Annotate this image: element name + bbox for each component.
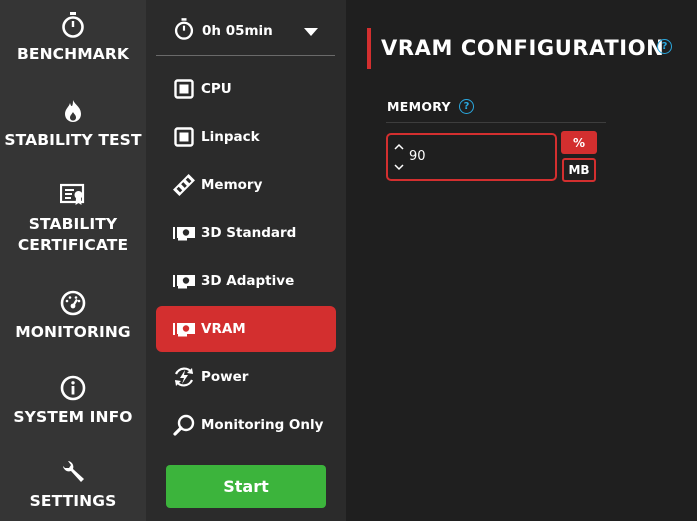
test-item-label: VRAM <box>201 321 246 337</box>
flame-icon <box>60 98 86 124</box>
nav-settings-label: SETTINGS <box>29 492 117 510</box>
nav-stability-certificate[interactable]: STABILITY CERTIFICATE <box>0 182 146 256</box>
gpu-card-icon <box>172 317 196 341</box>
stopwatch-icon <box>174 18 194 44</box>
nav-settings[interactable]: SETTINGS <box>0 459 146 512</box>
test-item-cpu[interactable]: CPU <box>156 66 336 112</box>
gpu-card-icon <box>172 269 196 293</box>
page-title: VRAM CONFIGURATION <box>381 36 665 60</box>
main-navigation: BENCHMARK STABILITY TEST STABILITY CERTI… <box>0 0 146 521</box>
duration-value: 0h 05min <box>202 23 273 39</box>
nav-benchmark-label: BENCHMARK <box>17 45 129 63</box>
nav-system-info-label: SYSTEM INFO <box>13 408 133 426</box>
nav-monitoring-label: MONITORING <box>15 323 131 341</box>
test-item-label: Memory <box>201 177 263 193</box>
memory-value: 90 <box>409 149 426 164</box>
test-item-label: 3D Standard <box>201 225 297 241</box>
test-item-vram[interactable]: VRAM <box>156 306 336 352</box>
memory-amount-input[interactable]: 90 <box>386 133 557 181</box>
speedometer-icon <box>60 290 86 316</box>
test-item-monitoring-only[interactable]: Monitoring Only <box>156 402 336 448</box>
start-button[interactable]: Start <box>166 465 326 508</box>
divider <box>156 55 335 56</box>
stopwatch-icon <box>60 12 86 38</box>
test-item-linpack[interactable]: Linpack <box>156 114 336 160</box>
memory-stepper[interactable] <box>393 139 405 175</box>
magnifier-icon <box>172 413 196 437</box>
chevron-down-icon[interactable] <box>304 28 318 36</box>
divider <box>386 122 606 123</box>
unit-percent-button[interactable]: % <box>561 131 597 154</box>
help-icon[interactable]: ? <box>459 99 474 114</box>
nav-monitoring[interactable]: MONITORING <box>0 290 146 343</box>
test-item-label: Linpack <box>201 129 260 145</box>
nav-system-info[interactable]: SYSTEM INFO <box>0 375 146 428</box>
memory-label: MEMORY <box>387 99 451 114</box>
test-item-power[interactable]: Power <box>156 354 336 400</box>
cpu-chip-icon <box>172 77 196 101</box>
certificate-icon <box>60 182 86 208</box>
unit-mb-button[interactable]: MB <box>562 158 596 182</box>
nav-stability-test-label: STABILITY TEST <box>4 131 142 149</box>
gpu-card-icon <box>172 221 196 245</box>
cpu-chip-icon <box>172 125 196 149</box>
test-item-3d-standard[interactable]: 3D Standard <box>156 210 336 256</box>
memory-stick-icon <box>172 173 196 197</box>
test-item-label: Monitoring Only <box>201 417 324 433</box>
test-item-memory[interactable]: Memory <box>156 162 336 208</box>
title-accent-bar <box>367 28 371 69</box>
nav-stability-certificate-label: STABILITY CERTIFICATE <box>17 215 129 254</box>
nav-stability-test[interactable]: STABILITY TEST <box>0 98 146 151</box>
test-item-label: CPU <box>201 81 232 97</box>
nav-benchmark[interactable]: BENCHMARK <box>0 12 146 65</box>
wrench-icon <box>60 459 86 485</box>
power-cycle-icon <box>172 365 196 389</box>
configuration-panel: VRAM CONFIGURATION ? MEMORY ? 90 % MB <box>346 0 697 521</box>
test-selection-panel: 0h 05min CPU Linpack Memory 3D Standard … <box>146 0 346 521</box>
test-item-label: 3D Adaptive <box>201 273 295 289</box>
test-item-3d-adaptive[interactable]: 3D Adaptive <box>156 258 336 304</box>
info-icon <box>60 375 86 401</box>
test-item-label: Power <box>201 369 249 385</box>
help-icon[interactable]: ? <box>657 39 672 54</box>
